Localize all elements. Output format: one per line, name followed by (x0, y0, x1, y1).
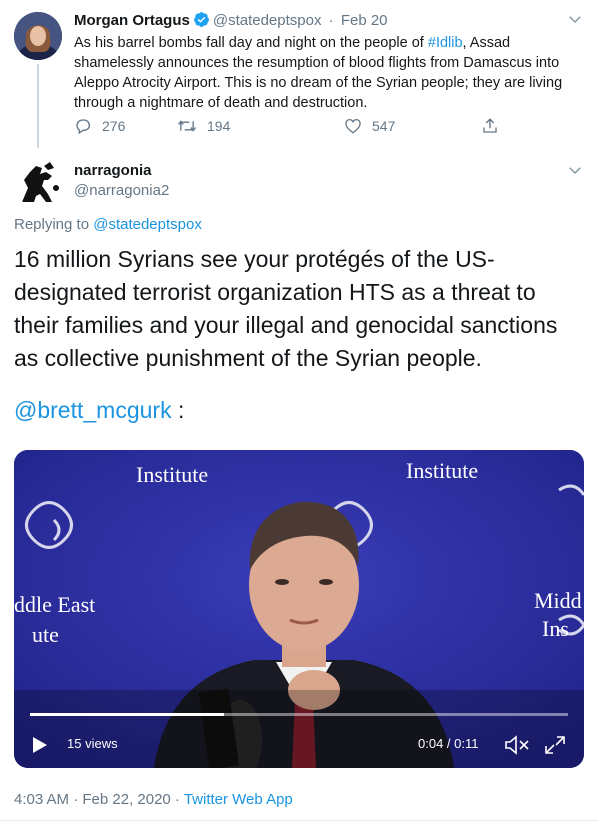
divider (0, 820, 598, 821)
chevron-down-icon[interactable] (566, 161, 584, 179)
share-button[interactable] (481, 117, 509, 135)
retweet-count: 194 (207, 118, 231, 134)
video-frame: Institute Institute ddle East ute Midd I… (14, 450, 584, 768)
tweet-timestamp[interactable]: 4:03 AM · Feb 22, 2020 · (14, 791, 184, 808)
separator-dot: · (324, 12, 338, 29)
tweet-meta: 4:03 AM · Feb 22, 2020 · Twitter Web App (14, 790, 293, 810)
backdrop-ute-left: ute (32, 622, 59, 647)
like-button[interactable]: 547 (344, 117, 395, 135)
video-progress-fill (30, 713, 224, 716)
fullscreen-icon[interactable] (544, 735, 566, 755)
mention-line: @brett_mcgurk : (14, 394, 184, 427)
backdrop-middle-east-left: ddle East (14, 592, 95, 617)
mention-link[interactable]: @brett_mcgurk (14, 397, 172, 423)
text-part: As his barrel bombs fall day and night o… (74, 35, 428, 51)
video-views: 15 views (67, 736, 118, 751)
backdrop-institute-left: Institute (136, 462, 208, 487)
backdrop-ins-right: Ins (542, 616, 569, 641)
mention-suffix: : (171, 397, 185, 423)
parent-tweet-text: As his barrel bombs fall day and night o… (74, 33, 574, 113)
play-icon[interactable] (32, 736, 48, 754)
like-count: 547 (372, 118, 396, 134)
thread-line (37, 64, 39, 148)
backdrop-institute-right: Institute (406, 458, 478, 483)
video-time: 0:04 / 0:11 (418, 736, 479, 751)
tweet-date[interactable]: Feb 20 (341, 12, 388, 29)
chevron-down-icon[interactable] (566, 10, 584, 28)
replying-label: Replying to (14, 216, 90, 233)
author-name[interactable]: Morgan Ortagus (74, 12, 190, 29)
reply-author-handle[interactable]: @narragonia2 (74, 181, 169, 201)
mute-icon[interactable] (504, 735, 530, 755)
video-progress-bar[interactable] (30, 713, 568, 716)
reply-author-name[interactable]: narragonia (74, 161, 152, 181)
backdrop-midd-right: Midd (534, 588, 582, 613)
tweet-actions: 276 194 547 (74, 117, 514, 137)
replying-to: Replying to @statedeptspox (14, 215, 202, 235)
parent-tweet-header: Morgan Ortagus @statedeptspox · Feb 20 (74, 11, 388, 34)
reply-button[interactable]: 276 (74, 117, 125, 135)
avatar-narragonia[interactable] (14, 158, 64, 208)
tweet-source-link[interactable]: Twitter Web App (184, 791, 293, 808)
avatar-morgan-ortagus[interactable] (14, 12, 62, 60)
like-icon (345, 118, 361, 134)
parent-tweet[interactable]: Morgan Ortagus @statedeptspox · Feb 20 As… (0, 0, 598, 150)
reply-tweet-text: 16 million Syrians see your protégés of … (14, 246, 558, 371)
retweet-button[interactable]: 194 (177, 117, 230, 135)
retweet-icon (177, 120, 197, 132)
replying-to-link[interactable]: @statedeptspox (93, 216, 202, 233)
hashtag-link[interactable]: #Idlib (428, 35, 463, 51)
reply-icon (76, 119, 91, 135)
video-player[interactable]: Institute Institute ddle East ute Midd I… (14, 450, 584, 768)
author-handle[interactable]: @statedeptspox (213, 12, 322, 29)
verified-badge-icon (193, 11, 210, 34)
share-icon (483, 118, 497, 133)
reply-count: 276 (102, 118, 126, 134)
